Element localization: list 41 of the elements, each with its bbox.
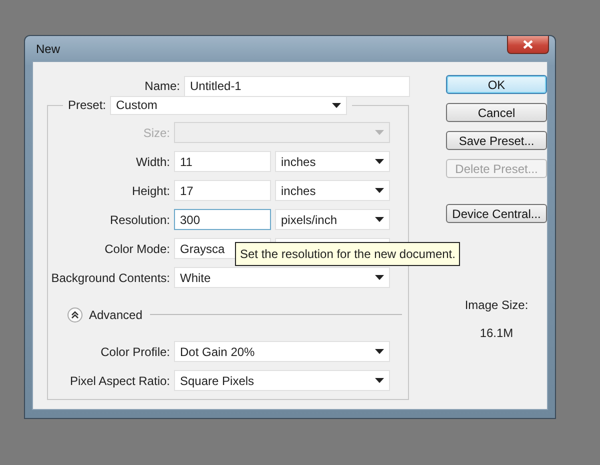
caret-icon [375, 378, 384, 383]
input-field[interactable]: 17 [174, 180, 271, 201]
dropdown[interactable]: White [174, 267, 390, 288]
tooltip: Set the resolution for the new document. [235, 242, 460, 266]
close-button[interactable] [507, 36, 549, 54]
caret-icon [375, 159, 384, 164]
field-label: Size: [142, 124, 171, 142]
dropdown[interactable]: inches [275, 151, 390, 172]
dialog-button[interactable]: OK [446, 75, 547, 94]
image-size-label: Image Size: [464, 297, 530, 314]
section-label: Advanced [89, 306, 142, 324]
caret-icon [375, 217, 384, 222]
dialog-button[interactable]: Cancel [446, 103, 547, 122]
dropdown[interactable]: inches [275, 180, 390, 201]
field-label: Width: [134, 154, 171, 170]
caret-icon [375, 275, 384, 280]
field-label: Color Profile: [100, 344, 171, 360]
field-label: Color Mode: [104, 240, 171, 258]
window-title: New [36, 40, 60, 58]
field-label: Name: [144, 78, 181, 95]
caret-icon [332, 102, 342, 108]
dialog-button[interactable]: Device Central... [446, 204, 547, 223]
dialog-button[interactable]: Save Preset... [446, 131, 547, 150]
close-icon [523, 40, 533, 49]
field-label: Height: [130, 182, 171, 200]
image-size-value: 16.1M [478, 325, 514, 342]
caret-icon [375, 130, 384, 135]
caret-icon [375, 349, 384, 354]
field-label: Background Contents: [50, 270, 171, 286]
field-label: Pixel Aspect Ratio: [68, 372, 171, 390]
dropdown[interactable]: pixels/inch [275, 209, 390, 230]
input-field[interactable]: 11 [174, 151, 271, 172]
dropdown[interactable]: Dot Gain 20% [174, 341, 390, 362]
input-field[interactable]: 300 [174, 209, 271, 230]
caret-icon [375, 188, 384, 193]
dropdown[interactable]: Custom [110, 96, 348, 114]
dropdown[interactable]: Square Pixels [174, 370, 390, 391]
collapse-toggle[interactable] [67, 306, 83, 322]
field-label: Preset: [68, 99, 106, 111]
field-label: Resolution: [108, 212, 171, 228]
input-field[interactable]: Untitled-1 [184, 76, 410, 96]
